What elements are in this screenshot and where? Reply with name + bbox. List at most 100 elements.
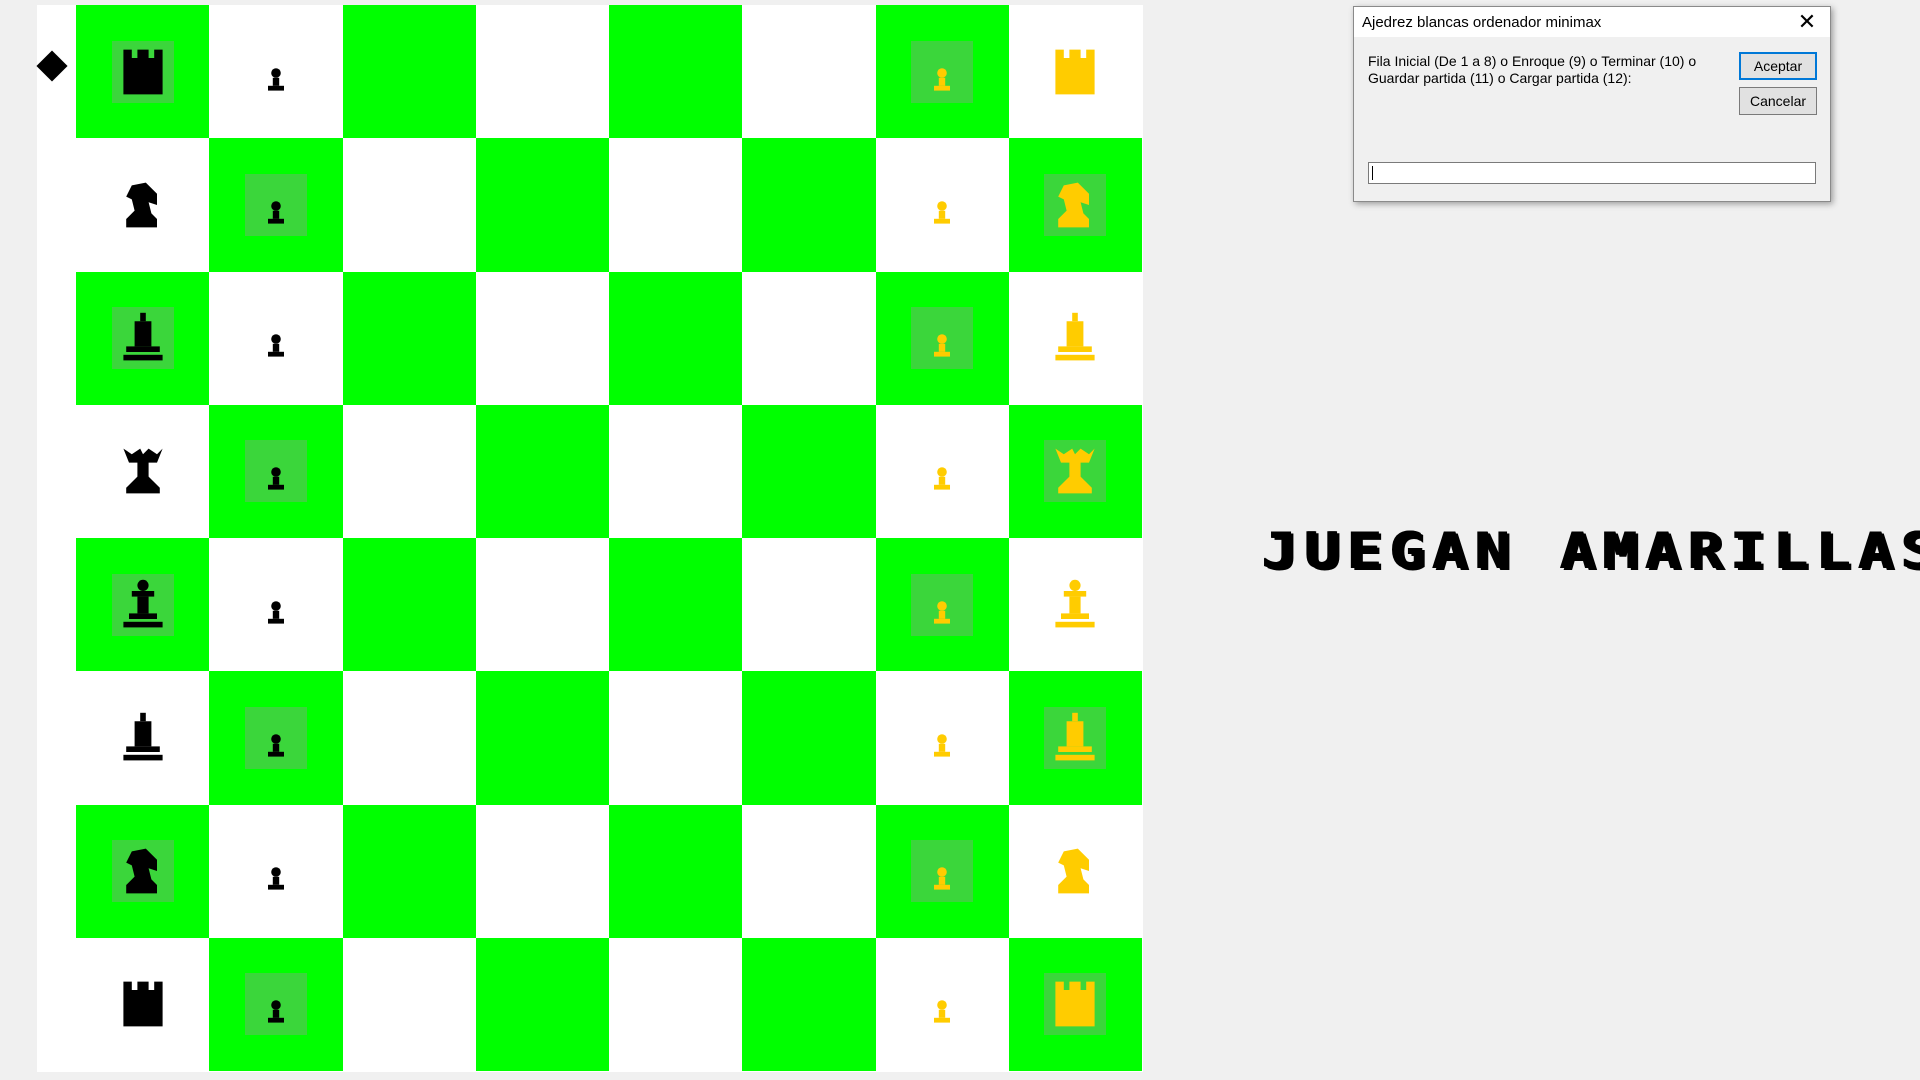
square-r5-c7[interactable] — [875, 538, 1009, 672]
square-r6-c1[interactable] — [76, 671, 210, 805]
square-r6-c2[interactable] — [209, 671, 343, 805]
yellow-knight-icon[interactable] — [1047, 177, 1103, 233]
square-r6-c3[interactable] — [342, 671, 476, 805]
square-r1-c1[interactable] — [76, 5, 210, 139]
square-r7-c6[interactable] — [742, 804, 876, 938]
square-r6-c5[interactable] — [609, 671, 743, 805]
black-queen-icon[interactable] — [115, 577, 171, 633]
square-r1-c8[interactable] — [1008, 5, 1142, 139]
yellow-pawn-icon[interactable] — [926, 65, 958, 97]
square-r3-c2[interactable] — [209, 271, 343, 405]
square-r5-c6[interactable] — [742, 538, 876, 672]
square-r4-c5[interactable] — [609, 404, 743, 538]
square-r6-c8[interactable] — [1008, 671, 1142, 805]
yellow-pawn-icon[interactable] — [926, 997, 958, 1029]
square-r3-c4[interactable] — [475, 271, 609, 405]
square-r5-c1[interactable] — [76, 538, 210, 672]
square-r8-c4[interactable] — [475, 937, 609, 1071]
square-r3-c8[interactable] — [1008, 271, 1142, 405]
square-r2-c3[interactable] — [342, 138, 476, 272]
yellow-knight-icon[interactable] — [1047, 843, 1103, 899]
square-r7-c5[interactable] — [609, 804, 743, 938]
cancel-button[interactable]: Cancelar — [1739, 87, 1817, 115]
square-r8-c7[interactable] — [875, 937, 1009, 1071]
square-r3-c6[interactable] — [742, 271, 876, 405]
square-r1-c4[interactable] — [475, 5, 609, 139]
square-r2-c4[interactable] — [475, 138, 609, 272]
square-r8-c2[interactable] — [209, 937, 343, 1071]
black-rook-icon[interactable] — [115, 976, 171, 1032]
black-pawn-icon[interactable] — [260, 65, 292, 97]
black-pawn-icon[interactable] — [260, 598, 292, 630]
square-r8-c6[interactable] — [742, 937, 876, 1071]
square-r5-c8[interactable] — [1008, 538, 1142, 672]
square-r5-c4[interactable] — [475, 538, 609, 672]
accept-button[interactable]: Aceptar — [1739, 52, 1817, 80]
black-pawn-icon[interactable] — [260, 464, 292, 496]
square-r1-c5[interactable] — [609, 5, 743, 139]
square-r5-c3[interactable] — [342, 538, 476, 672]
square-r8-c8[interactable] — [1008, 937, 1142, 1071]
square-r1-c6[interactable] — [742, 5, 876, 139]
square-r7-c8[interactable] — [1008, 804, 1142, 938]
yellow-bishop-icon[interactable] — [1047, 310, 1103, 366]
square-r4-c1[interactable] — [76, 404, 210, 538]
square-r3-c5[interactable] — [609, 271, 743, 405]
black-pawn-icon[interactable] — [260, 198, 292, 230]
square-r7-c7[interactable] — [875, 804, 1009, 938]
move-input[interactable] — [1368, 162, 1816, 184]
yellow-queen-icon[interactable] — [1047, 577, 1103, 633]
square-r4-c2[interactable] — [209, 404, 343, 538]
black-rook-icon[interactable] — [115, 44, 171, 100]
square-r3-c7[interactable] — [875, 271, 1009, 405]
square-r1-c2[interactable] — [209, 5, 343, 139]
square-r5-c2[interactable] — [209, 538, 343, 672]
square-r1-c7[interactable] — [875, 5, 1009, 139]
black-pawn-icon[interactable] — [260, 997, 292, 1029]
black-pawn-icon[interactable] — [260, 331, 292, 363]
close-icon[interactable]: ✕ — [1792, 7, 1822, 37]
yellow-pawn-icon[interactable] — [926, 598, 958, 630]
square-r8-c1[interactable] — [76, 937, 210, 1071]
square-r7-c4[interactable] — [475, 804, 609, 938]
black-knight-icon[interactable] — [115, 843, 171, 899]
square-r3-c1[interactable] — [76, 271, 210, 405]
square-r7-c1[interactable] — [76, 804, 210, 938]
square-r4-c4[interactable] — [475, 404, 609, 538]
yellow-rook-icon[interactable] — [1047, 44, 1103, 100]
black-pawn-icon[interactable] — [260, 864, 292, 896]
square-r8-c5[interactable] — [609, 937, 743, 1071]
black-bishop-icon[interactable] — [115, 710, 171, 766]
yellow-pawn-icon[interactable] — [926, 464, 958, 496]
yellow-pawn-icon[interactable] — [926, 198, 958, 230]
square-r2-c6[interactable] — [742, 138, 876, 272]
square-r2-c8[interactable] — [1008, 138, 1142, 272]
chess-board[interactable] — [76, 5, 1142, 1071]
yellow-bishop-icon[interactable] — [1047, 710, 1103, 766]
square-r7-c2[interactable] — [209, 804, 343, 938]
square-r1-c3[interactable] — [342, 5, 476, 139]
square-r4-c8[interactable] — [1008, 404, 1142, 538]
square-r5-c5[interactable] — [609, 538, 743, 672]
black-pawn-icon[interactable] — [260, 731, 292, 763]
yellow-pawn-icon[interactable] — [926, 864, 958, 896]
square-r4-c6[interactable] — [742, 404, 876, 538]
square-r2-c1[interactable] — [76, 138, 210, 272]
yellow-rook-icon[interactable] — [1047, 976, 1103, 1032]
square-r4-c3[interactable] — [342, 404, 476, 538]
square-r6-c6[interactable] — [742, 671, 876, 805]
square-r8-c3[interactable] — [342, 937, 476, 1071]
yellow-pawn-icon[interactable] — [926, 731, 958, 763]
black-bishop-icon[interactable] — [115, 310, 171, 366]
square-r4-c7[interactable] — [875, 404, 1009, 538]
square-r7-c3[interactable] — [342, 804, 476, 938]
square-r6-c7[interactable] — [875, 671, 1009, 805]
square-r6-c4[interactable] — [475, 671, 609, 805]
square-r2-c7[interactable] — [875, 138, 1009, 272]
yellow-king-icon[interactable] — [1047, 443, 1103, 499]
square-r2-c5[interactable] — [609, 138, 743, 272]
black-knight-icon[interactable] — [115, 177, 171, 233]
black-king-icon[interactable] — [115, 443, 171, 499]
square-r2-c2[interactable] — [209, 138, 343, 272]
yellow-pawn-icon[interactable] — [926, 331, 958, 363]
